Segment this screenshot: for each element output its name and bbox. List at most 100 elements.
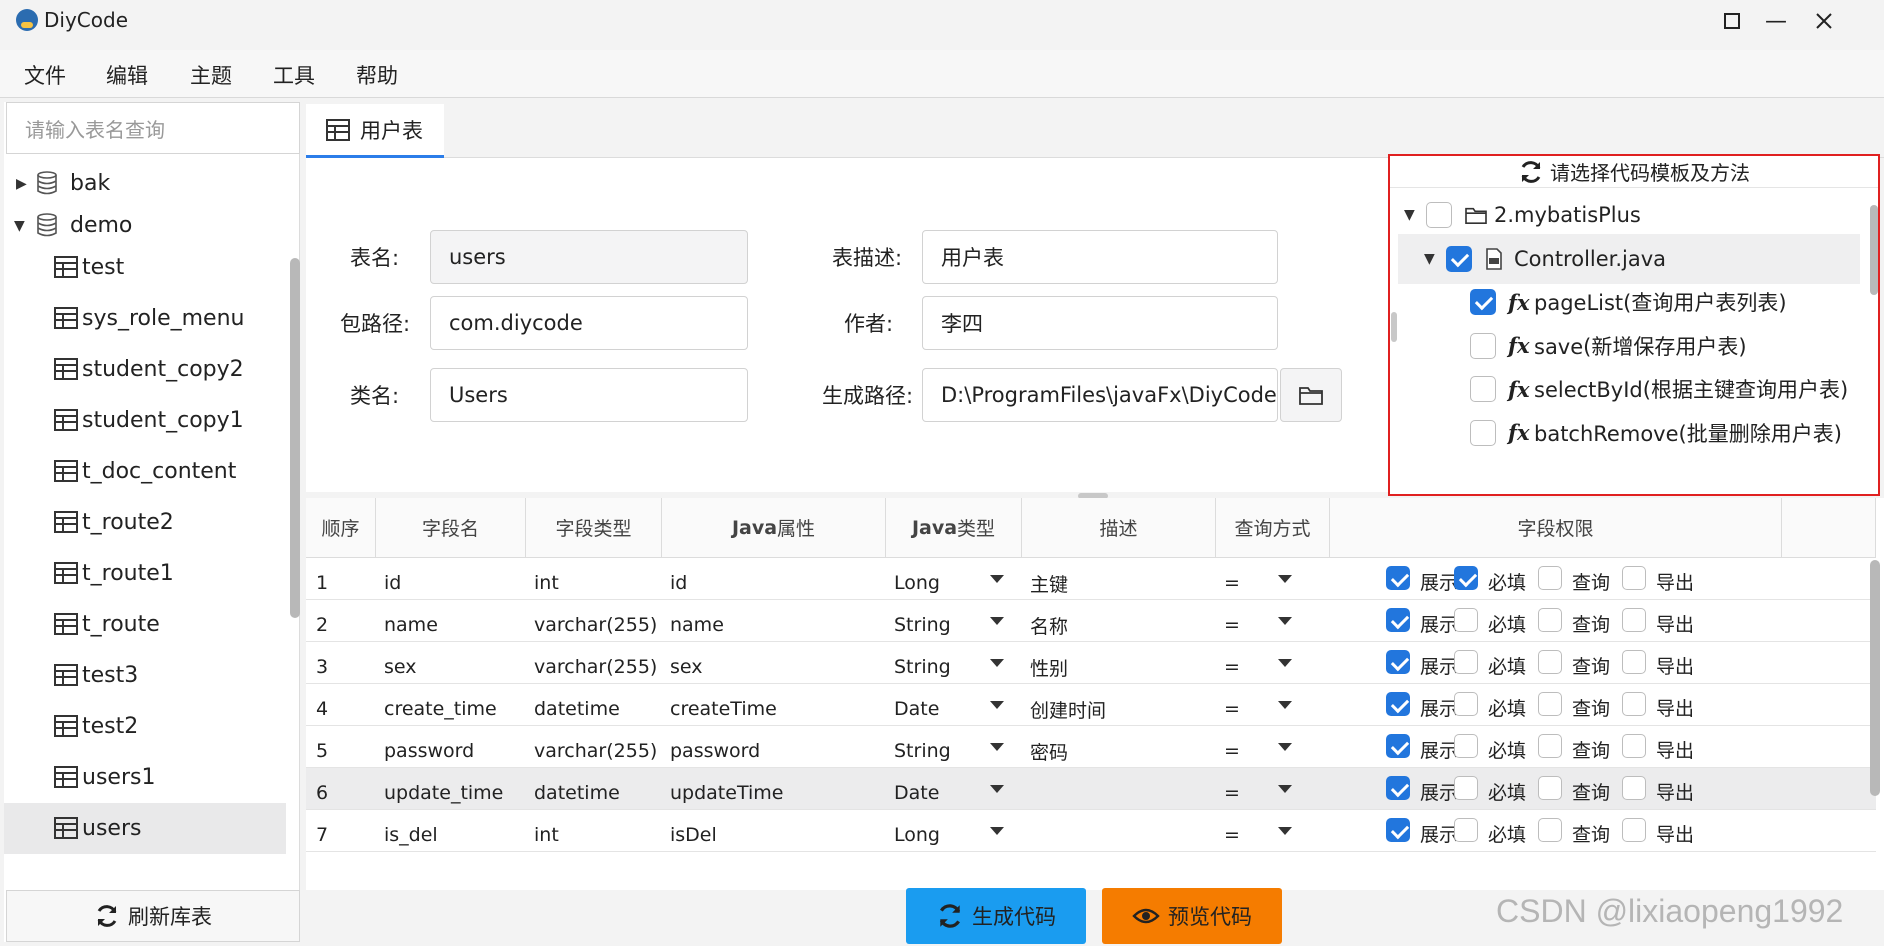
chevron-down-icon[interactable]: [990, 827, 1004, 835]
col-header-perm[interactable]: 字段权限: [1330, 498, 1782, 558]
menu-edit[interactable]: 编辑: [106, 60, 148, 90]
perm-export-checkbox[interactable]: [1622, 608, 1646, 632]
table-name-field[interactable]: users: [430, 230, 748, 284]
perm-required-checkbox[interactable]: [1454, 776, 1478, 800]
menu-theme[interactable]: 主题: [190, 60, 232, 90]
tree-item-table[interactable]: student_copy1: [4, 395, 286, 446]
close-icon[interactable]: [1784, 0, 1864, 42]
perm-query-checkbox[interactable]: [1538, 650, 1562, 674]
tree-item-table[interactable]: t_doc_content: [4, 446, 286, 497]
template-checkbox[interactable]: [1470, 332, 1496, 359]
tree-item-table[interactable]: test2: [4, 701, 286, 752]
caret-down-icon[interactable]: ▼: [1404, 207, 1415, 223]
table-row[interactable]: 4 create_time datetime createTime Date 创建时间 = 展…: [306, 684, 1876, 726]
table-row[interactable]: 3 sex varchar(255) sex String 性别 = 展示 必填 查询 导出: [306, 642, 1876, 684]
perm-export-checkbox[interactable]: [1622, 818, 1646, 842]
refresh-tables-button[interactable]: 刷新库表: [6, 890, 300, 942]
tree-item-table[interactable]: t_route1: [4, 548, 286, 599]
col-header-field[interactable]: 字段名: [376, 498, 526, 558]
template-item-method[interactable]: fx selectById(根据主键查询用户表): [1398, 364, 1860, 414]
template-item-folder[interactable]: ▼ 2.mybatisPlus: [1398, 190, 1860, 240]
tree-item-table[interactable]: sys_role_menu: [4, 293, 286, 344]
tree-item-table[interactable]: t_route2: [4, 497, 286, 548]
cell-java-type-select[interactable]: Long: [894, 810, 940, 860]
chevron-down-icon[interactable]: [990, 701, 1004, 709]
template-checkbox[interactable]: [1470, 419, 1496, 446]
chevron-down-icon[interactable]: [1278, 617, 1292, 625]
menu-file[interactable]: 文件: [24, 60, 66, 90]
perm-query-checkbox[interactable]: [1538, 608, 1562, 632]
perm-export-checkbox[interactable]: [1622, 776, 1646, 800]
template-item-method[interactable]: fx save(新增保存用户表): [1398, 321, 1860, 371]
col-header-field-type[interactable]: 字段类型: [526, 498, 662, 558]
perm-required-checkbox[interactable]: [1454, 692, 1478, 716]
template-checkbox[interactable]: [1470, 289, 1496, 315]
caret-down-icon[interactable]: ▼: [1424, 251, 1435, 267]
perm-show-checkbox[interactable]: [1386, 650, 1410, 674]
preview-code-button[interactable]: 预览代码: [1102, 888, 1282, 944]
template-checkbox[interactable]: [1446, 245, 1472, 272]
cell-query-select[interactable]: =: [1224, 810, 1240, 860]
maximize-icon[interactable]: [1692, 0, 1772, 42]
perm-export-checkbox[interactable]: [1622, 734, 1646, 758]
perm-query-checkbox[interactable]: [1538, 776, 1562, 800]
perm-query-checkbox[interactable]: [1538, 818, 1562, 842]
col-header-order[interactable]: 顺序: [306, 498, 376, 558]
perm-required-checkbox[interactable]: [1454, 818, 1478, 842]
cell-field-name[interactable]: is_del: [384, 810, 438, 860]
table-row[interactable]: 7 is_del int isDel Long = 展示 必填 查询 导出: [306, 810, 1876, 852]
tree-item-table[interactable]: t_route: [4, 599, 286, 650]
col-header-query[interactable]: 查询方式: [1216, 498, 1330, 558]
table-row[interactable]: 5 password varchar(255) password String 密码 = 展示…: [306, 726, 1876, 768]
table-row[interactable]: 2 name varchar(255) name String 名称 = 展示 必填 查询 导出: [306, 600, 1876, 642]
perm-query-checkbox[interactable]: [1538, 566, 1562, 590]
package-field[interactable]: com.diycode: [430, 296, 748, 350]
perm-show-checkbox[interactable]: [1386, 692, 1410, 716]
col-header-java-prop[interactable]: Java 属性: [662, 498, 886, 558]
tab-users[interactable]: 用户表: [306, 104, 444, 158]
sidebar-scrollbar[interactable]: [290, 258, 300, 618]
chevron-down-icon[interactable]: [990, 659, 1004, 667]
class-name-field[interactable]: Users: [430, 368, 748, 422]
template-checkbox[interactable]: [1426, 202, 1452, 228]
chevron-down-icon[interactable]: [1278, 785, 1292, 793]
cell-java-prop[interactable]: isDel: [670, 810, 717, 860]
chevron-down-icon[interactable]: [1278, 701, 1292, 709]
perm-export-checkbox[interactable]: [1622, 692, 1646, 716]
template-item-method[interactable]: fx pageList(查询用户表列表): [1398, 277, 1860, 327]
tree-item-table[interactable]: student_copy2: [4, 344, 286, 395]
browse-folder-button[interactable]: [1280, 368, 1342, 422]
table-scrollbar[interactable]: [1870, 560, 1880, 796]
generate-code-button[interactable]: 生成代码: [906, 888, 1086, 944]
chevron-down-icon[interactable]: [990, 575, 1004, 583]
perm-show-checkbox[interactable]: [1386, 776, 1410, 800]
chevron-down-icon[interactable]: [990, 785, 1004, 793]
chevron-down-icon[interactable]: [990, 743, 1004, 751]
chevron-down-icon[interactable]: [1278, 575, 1292, 583]
col-header-java-type[interactable]: Java 类型: [886, 498, 1022, 558]
menu-tools[interactable]: 工具: [273, 60, 315, 90]
author-field[interactable]: 李四: [922, 296, 1278, 350]
table-search-input[interactable]: 请输入表名查询: [6, 102, 300, 154]
perm-export-checkbox[interactable]: [1622, 566, 1646, 590]
template-item-method[interactable]: fx batchRemove(批量删除用户表): [1398, 408, 1860, 458]
perm-required-checkbox[interactable]: [1454, 734, 1478, 758]
perm-show-checkbox[interactable]: [1386, 608, 1410, 632]
caret-right-icon[interactable]: ▶: [16, 176, 27, 192]
tree-item-table[interactable]: users1: [4, 752, 286, 803]
table-desc-field[interactable]: 用户表: [922, 230, 1278, 284]
template-scrollbar[interactable]: [1870, 205, 1878, 295]
chevron-down-icon[interactable]: [1278, 659, 1292, 667]
table-row[interactable]: 6 update_time datetime updateTime Date = 展示 必填查…: [306, 768, 1876, 810]
perm-query-checkbox[interactable]: [1538, 692, 1562, 716]
table-row[interactable]: 1 id int id Long 主键 = 展示 必填 查询 导出: [306, 558, 1876, 600]
tree-item-table[interactable]: users: [4, 803, 286, 854]
chevron-down-icon[interactable]: [990, 617, 1004, 625]
tree-item-table[interactable]: test: [4, 242, 286, 293]
tree-item-table[interactable]: test3: [4, 650, 286, 701]
perm-required-checkbox[interactable]: [1454, 566, 1478, 590]
perm-export-checkbox[interactable]: [1622, 650, 1646, 674]
perm-show-checkbox[interactable]: [1386, 734, 1410, 758]
chevron-down-icon[interactable]: [1278, 743, 1292, 751]
template-panel-header[interactable]: 请选择代码模板及方法: [1390, 156, 1878, 188]
